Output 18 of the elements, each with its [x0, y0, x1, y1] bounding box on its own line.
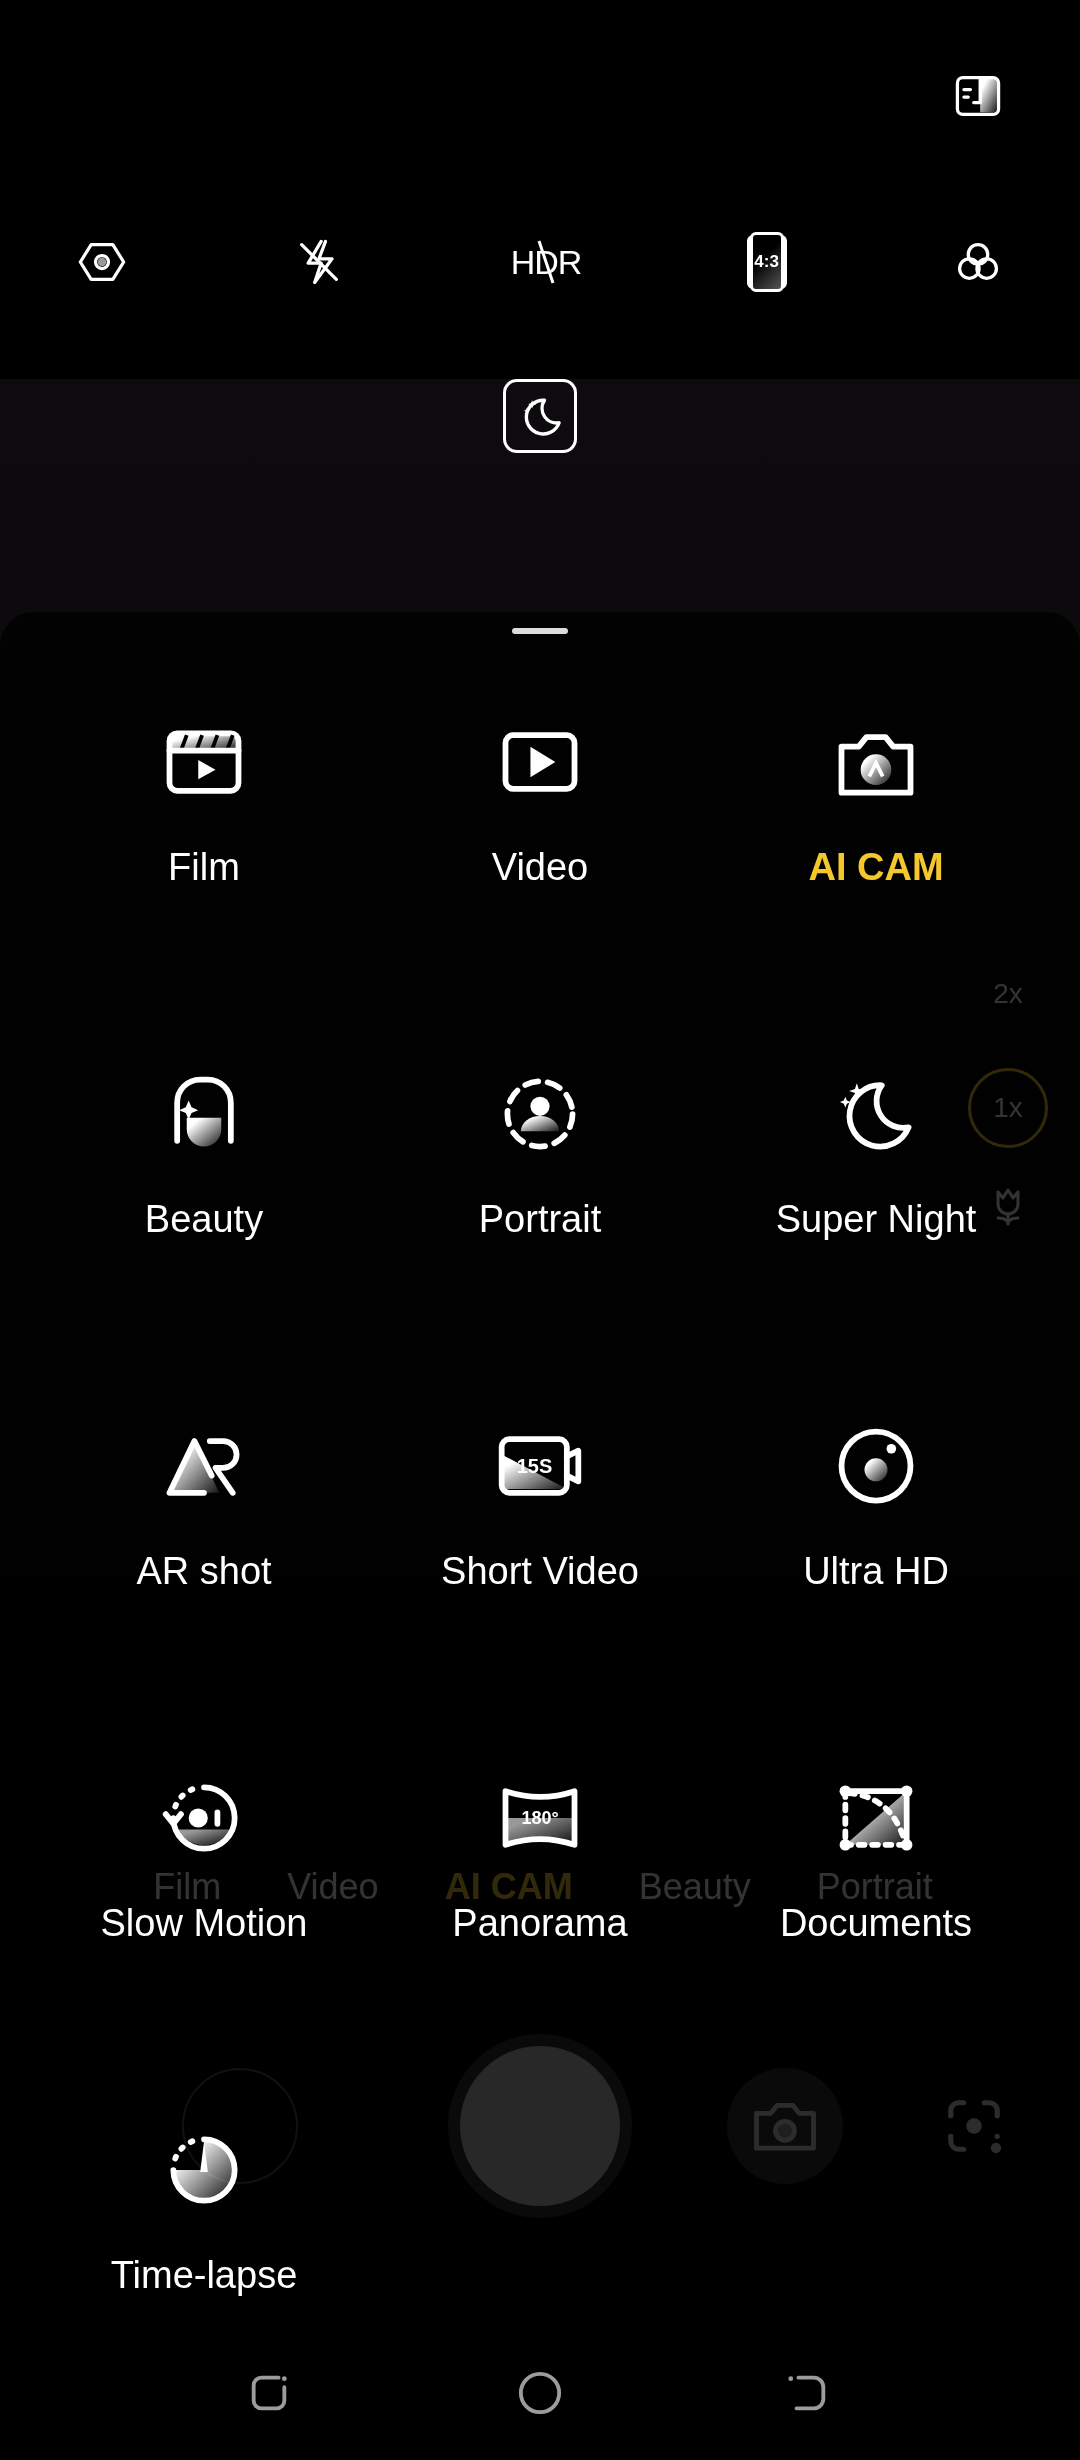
mode-label[interactable]: Documents: [779, 1904, 973, 1942]
mode-label[interactable]: Ultra HD: [803, 1552, 949, 1590]
mode-label[interactable]: Slow Motion: [100, 1904, 308, 1942]
drag-handle[interactable]: [512, 628, 568, 634]
mode-label[interactable]: Short Video: [441, 1552, 639, 1590]
mode-label[interactable]: AR shot: [136, 1552, 272, 1590]
mode-label[interactable]: Video: [491, 848, 589, 886]
mode-label[interactable]: Beauty: [144, 1200, 264, 1238]
home-icon: [517, 2370, 563, 2416]
mode-label[interactable]: Time-lapse: [110, 2256, 298, 2294]
mode-label[interactable]: Super Night: [775, 1200, 977, 1238]
night-mode-button[interactable]: [503, 379, 577, 453]
mode-label[interactable]: Film: [168, 848, 240, 886]
mode-label[interactable]: Panorama: [452, 1904, 628, 1942]
home-button[interactable]: [517, 2370, 563, 2416]
mode-label[interactable]: AI CAM: [808, 848, 944, 886]
aspect-ratio-button[interactable]: 4:3: [746, 235, 787, 289]
mode-label[interactable]: Portrait: [478, 1200, 602, 1238]
